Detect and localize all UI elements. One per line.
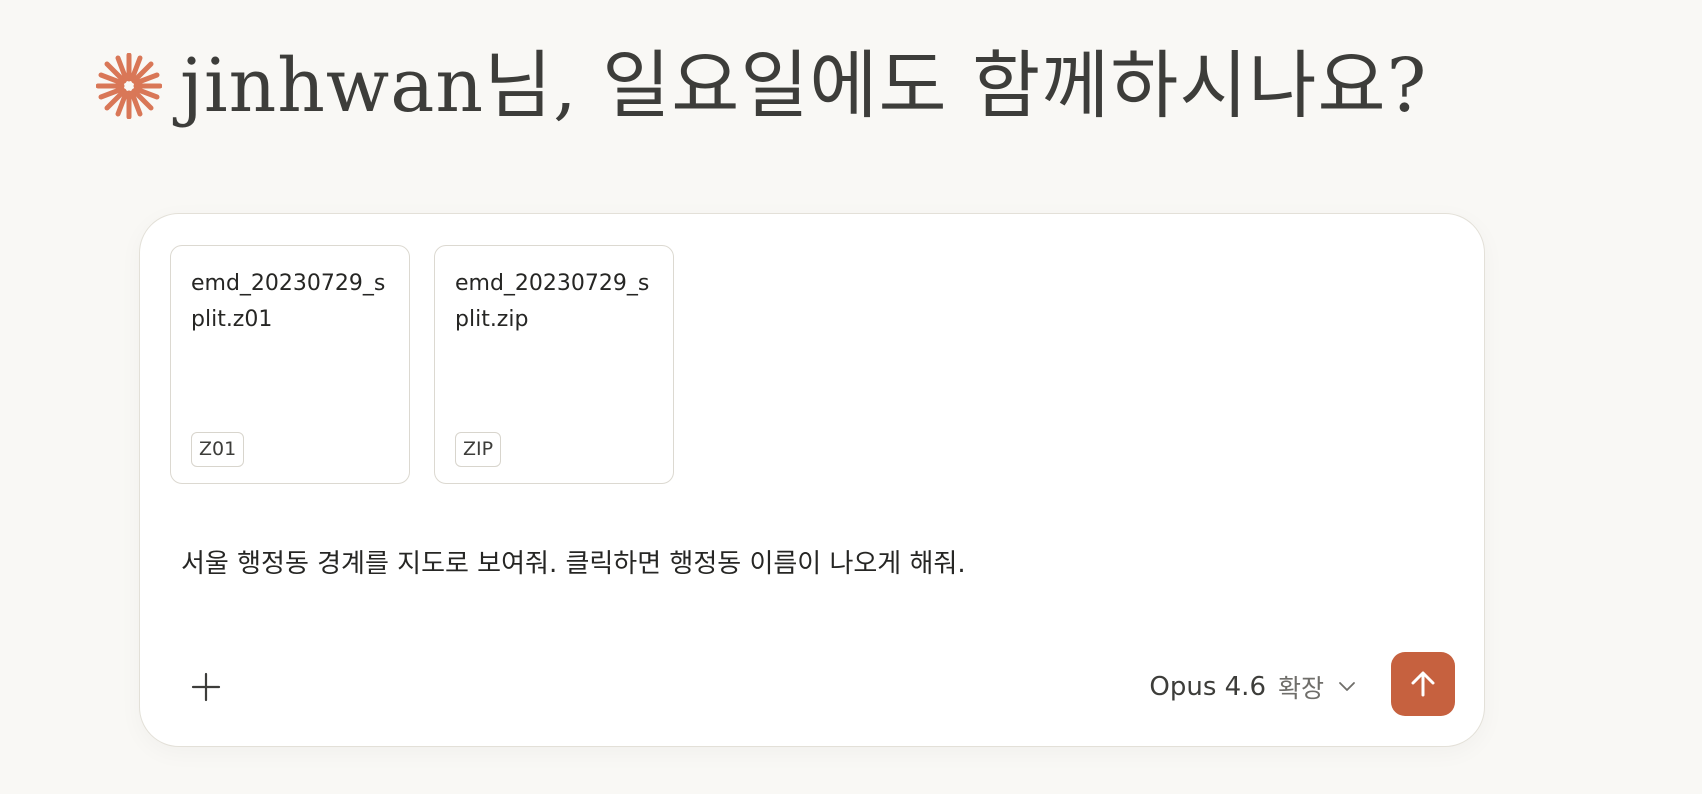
add-attachment-button[interactable]	[184, 665, 228, 709]
greeting-header: jinhwan님, 일요일에도 함께하시나요?	[96, 36, 1427, 136]
plus-icon	[191, 672, 221, 702]
chat-composer: emd_20230729_split.z01 Z01 emd_20230729_…	[139, 213, 1485, 747]
attachment-filename: emd_20230729_split.z01	[191, 271, 386, 332]
file-type-badge: ZIP	[455, 432, 502, 467]
model-selector[interactable]: Opus 4.6 확장	[1149, 666, 1356, 708]
message-input[interactable]: 서울 행정동 경계를 지도로 보여줘. 클릭하면 행정동 이름이 나오게 해줘.	[181, 544, 966, 584]
attachment-filename: emd_20230729_split.zip	[455, 271, 650, 332]
chevron-down-icon	[1339, 682, 1355, 691]
page: jinhwan님, 일요일에도 함께하시나요? emd_20230729_spl…	[0, 0, 1702, 794]
model-name: Opus 4.6	[1149, 672, 1266, 702]
attachment-card[interactable]: emd_20230729_split.zip ZIP	[434, 245, 674, 484]
send-button[interactable]	[1391, 652, 1455, 716]
greeting-title: jinhwan님, 일요일에도 함께하시나요?	[180, 43, 1428, 129]
arrow-up-icon	[1411, 671, 1435, 697]
claude-spark-icon	[96, 53, 162, 119]
attachment-card[interactable]: emd_20230729_split.z01 Z01	[170, 245, 410, 484]
attachments-list: emd_20230729_split.z01 Z01 emd_20230729_…	[170, 245, 674, 484]
file-type-badge: Z01	[191, 432, 245, 467]
model-mode: 확장	[1277, 674, 1324, 703]
